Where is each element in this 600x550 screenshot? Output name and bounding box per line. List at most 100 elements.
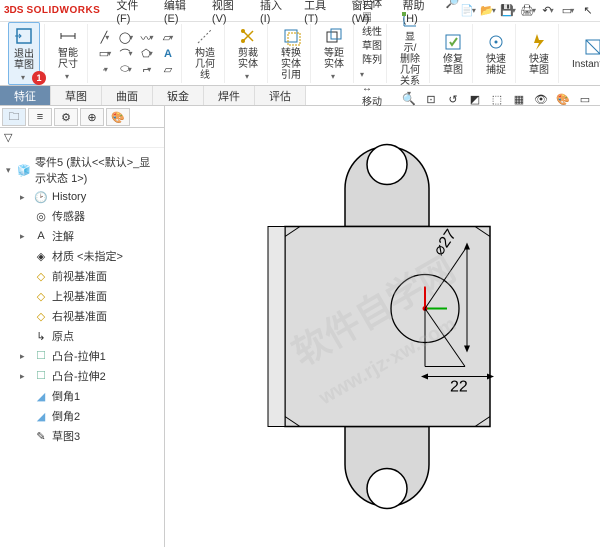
tab-sketch[interactable]: 草图 bbox=[51, 86, 102, 105]
offset-icon bbox=[324, 26, 344, 46]
offset-label: 等距实体 bbox=[324, 48, 344, 70]
tab-feature[interactable]: 特征 bbox=[0, 86, 51, 105]
dimension-icon bbox=[58, 26, 78, 46]
feature-manager: 🗀 ≡ ⚙ ⊕ 🎨 ▽ ▾ 🧊 零件5 (默认<<默认>_显示状态 1>) ▸🕑… bbox=[0, 106, 165, 547]
feature-tree: ▾ 🧊 零件5 (默认<<默认>_显示状态 1>) ▸🕑History ◎传感器… bbox=[0, 148, 164, 547]
cursor-icon[interactable]: ↖ bbox=[580, 3, 596, 19]
ellipse-icon[interactable]: ⬭▾ bbox=[117, 62, 135, 78]
offset-button[interactable]: 等距实体 ▾ bbox=[319, 23, 349, 84]
instant2d-button[interactable]: Instant2D bbox=[567, 34, 600, 73]
filter-icon[interactable]: ▽ bbox=[4, 131, 12, 144]
sketch-tools-group: ╱▾ ◯▾ 〰▾ ▱▾ ▭▾ ⌒▾ ⬠▾ A ·▾ ⬭▾ ⌐▾ ▱ bbox=[92, 24, 182, 83]
exit-sketch-group: 退出草图 ▾ 1 bbox=[4, 24, 45, 83]
convert-icon bbox=[281, 26, 301, 46]
snap-button[interactable]: 快速捕捉 bbox=[481, 29, 511, 79]
content-area: 🗀 ≡ ⚙ ⊕ 🎨 ▽ ▾ 🧊 零件5 (默认<<默认>_显示状态 1>) ▸🕑… bbox=[0, 106, 600, 547]
config-tab[interactable]: ⚙ bbox=[54, 108, 78, 126]
instant-icon bbox=[583, 37, 600, 57]
relations-button[interactable]: 显示/删除几何关系 ▾ bbox=[395, 7, 425, 101]
rapid-icon bbox=[529, 32, 549, 52]
tree-sensors[interactable]: ◎传感器 bbox=[2, 206, 162, 226]
circle-icon[interactable]: ◯▾ bbox=[117, 30, 135, 46]
tab-weldment[interactable]: 焊件 bbox=[204, 86, 255, 105]
plane-icon: ◇ bbox=[34, 269, 48, 283]
rapid-button[interactable]: 快速草图 bbox=[524, 29, 554, 79]
slot-icon[interactable]: ▱▾ bbox=[159, 30, 177, 46]
search-icon[interactable]: 🔎 bbox=[445, 0, 460, 11]
dimension-group: 智能尺寸 ▾ bbox=[49, 24, 88, 83]
mirror-button[interactable]: ▷◁ 镜向实体 bbox=[362, 0, 382, 12]
tab-sheetmetal[interactable]: 钣金 bbox=[153, 86, 204, 105]
trim-label: 剪裁实体 bbox=[238, 48, 258, 70]
tree-history[interactable]: ▸🕑History bbox=[2, 188, 162, 206]
pattern-button[interactable]: ▦ 线性草图阵列 ▾ bbox=[362, 12, 382, 82]
relations-label: 显示/删除几何关系 bbox=[400, 32, 420, 87]
menubar: 3DS SOLIDWORKS 文件(F) 编辑(E) 视图(V) 插入(I) 工… bbox=[0, 0, 600, 22]
tree-sketch3[interactable]: ✎草图3 bbox=[2, 426, 162, 446]
sketch-icon: ✎ bbox=[34, 429, 48, 443]
tree-annotations[interactable]: ▸A注解 bbox=[2, 226, 162, 246]
point-icon[interactable]: ·▾ bbox=[96, 62, 114, 78]
notification-badge: 1 bbox=[32, 71, 46, 85]
snap-label: 快速捕捉 bbox=[486, 54, 506, 76]
tree-fillet2[interactable]: ◢倒角2 bbox=[2, 406, 162, 426]
history-icon: 🕑 bbox=[34, 190, 48, 204]
dimxpert-tab[interactable]: ⊕ bbox=[80, 108, 104, 126]
plane-icon[interactable]: ▱ bbox=[159, 62, 177, 78]
convert-label: 转换实体引用 bbox=[281, 48, 301, 81]
construction-button[interactable]: 构造几何线 bbox=[190, 23, 220, 84]
convert-button[interactable]: 转换实体引用 bbox=[276, 23, 306, 84]
spline-icon[interactable]: 〰▾ bbox=[138, 30, 156, 46]
save-icon[interactable]: 💾▾ bbox=[500, 3, 516, 19]
rect-icon[interactable]: ▭▾ bbox=[96, 46, 114, 62]
tree-origin[interactable]: ↳原点 bbox=[2, 326, 162, 346]
fillet-icon[interactable]: ⌐▾ bbox=[138, 62, 156, 78]
collapse-icon[interactable]: ▾ bbox=[6, 165, 13, 176]
tree-fillet1[interactable]: ◢倒角1 bbox=[2, 386, 162, 406]
ribbon: 退出草图 ▾ 1 智能尺寸 ▾ ╱▾ ◯▾ 〰▾ ▱▾ ▭▾ ⌒▾ ⬠▾ A ·… bbox=[0, 22, 600, 86]
snap-icon bbox=[486, 32, 506, 52]
plane-icon: ◇ bbox=[34, 309, 48, 323]
sensor-icon: ◎ bbox=[34, 209, 48, 223]
fillet-icon: ◢ bbox=[34, 389, 48, 403]
open-icon[interactable]: 📂▾ bbox=[480, 3, 496, 19]
tree-extrude1[interactable]: ▸🞎凸台-拉伸1 bbox=[2, 346, 162, 366]
tree-toolbar: ▽ bbox=[0, 128, 164, 148]
tab-surface[interactable]: 曲面 bbox=[102, 86, 153, 105]
arc-icon[interactable]: ⌒▾ bbox=[117, 46, 135, 62]
logo-3ds: 3DS bbox=[4, 5, 23, 16]
property-tab[interactable]: ≡ bbox=[28, 108, 52, 126]
tree-material[interactable]: ◈材质 <未指定> bbox=[2, 246, 162, 266]
pattern-group: ▷◁ 镜向实体 ▦ 线性草图阵列 ▾ ↔ 移动实体 ▾ bbox=[358, 24, 387, 83]
display-tab[interactable]: 🎨 bbox=[106, 108, 130, 126]
line-icon[interactable]: ╱▾ bbox=[96, 30, 114, 46]
quick-access-toolbar: 📄▾ 📂▾ 💾▾ 🖨▾ ↶▾ ▭▾ ↖ bbox=[460, 3, 596, 19]
tree-root[interactable]: ▾ 🧊 零件5 (默认<<默认>_显示状态 1>) bbox=[2, 152, 162, 188]
smart-dimension-button[interactable]: 智能尺寸 ▾ bbox=[53, 23, 83, 84]
trim-button[interactable]: 剪裁实体 ▾ bbox=[233, 23, 263, 84]
tab-evaluate[interactable]: 评估 bbox=[255, 86, 306, 105]
feature-tree-tab[interactable]: 🗀 bbox=[2, 108, 26, 126]
repair-label: 修复草图 bbox=[443, 54, 463, 76]
graphics-area[interactable]: 软件自学网www.rjz·xw.com ⌀27 bbox=[165, 106, 600, 547]
repair-button[interactable]: 修复草图 bbox=[438, 29, 468, 79]
dim-offset: 22 bbox=[450, 379, 468, 396]
tree-top-plane[interactable]: ◇上视基准面 bbox=[2, 286, 162, 306]
material-icon: ◈ bbox=[34, 249, 48, 263]
new-icon[interactable]: 📄▾ bbox=[460, 3, 476, 19]
polygon-icon[interactable]: ⬠▾ bbox=[138, 46, 156, 62]
tree-right-plane[interactable]: ◇右视基准面 bbox=[2, 306, 162, 326]
convert-group: 转换实体引用 bbox=[272, 24, 311, 83]
construction-icon bbox=[195, 26, 215, 46]
exit-sketch-label: 退出草图 bbox=[13, 49, 35, 71]
undo-icon[interactable]: ↶▾ bbox=[540, 3, 556, 19]
text-icon[interactable]: A bbox=[159, 46, 177, 62]
exit-sketch-icon bbox=[13, 25, 35, 47]
tree-front-plane[interactable]: ◇前视基准面 bbox=[2, 266, 162, 286]
select-icon[interactable]: ▭▾ bbox=[560, 3, 576, 19]
menu-file[interactable]: 文件(F) bbox=[110, 0, 156, 27]
tree-extrude2[interactable]: ▸🞎凸台-拉伸2 bbox=[2, 366, 162, 386]
fillet-icon: ◢ bbox=[34, 409, 48, 423]
print-icon[interactable]: 🖨▾ bbox=[520, 3, 536, 19]
app-logo: 3DS SOLIDWORKS bbox=[4, 5, 100, 16]
